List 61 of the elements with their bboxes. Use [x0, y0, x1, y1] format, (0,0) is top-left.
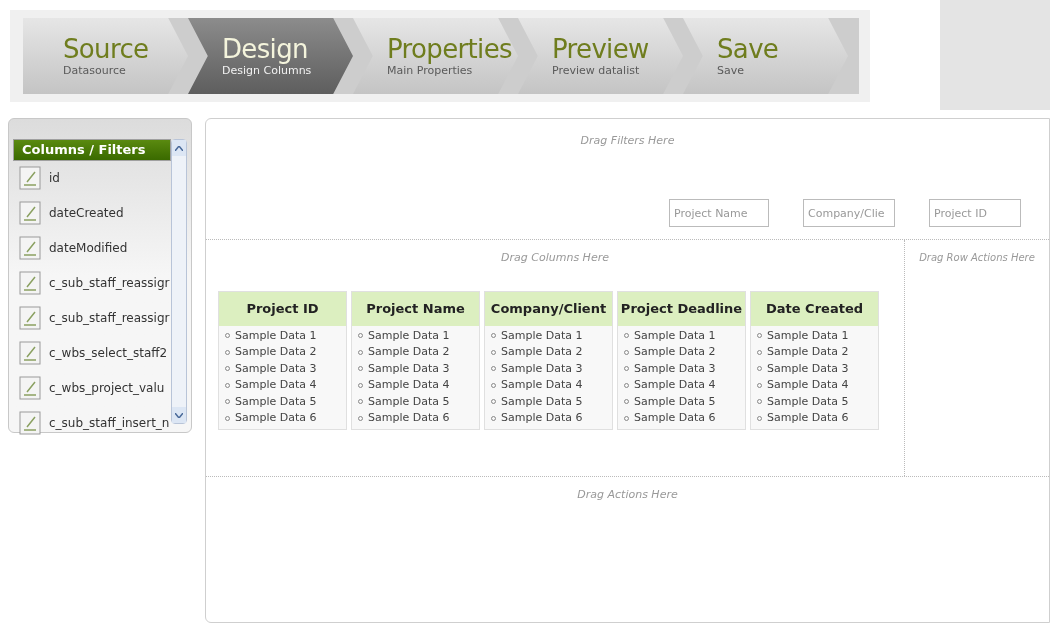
wizard-step[interactable]: Preview Preview datalist [518, 18, 683, 94]
sample-data: Sample Data 2 [767, 344, 849, 360]
wizard-step[interactable]: Source Datasource [23, 18, 188, 94]
sample-data: Sample Data 3 [235, 360, 317, 377]
sample-data: Sample Data 1 [634, 327, 716, 344]
wizard-step[interactable]: Design Design Columns [188, 18, 353, 94]
column-header: Project ID [219, 291, 346, 326]
column-item[interactable]: c_sub_staff_reassigr [49, 274, 170, 292]
column-card[interactable]: Project ID Sample Data 1 Sample Data 2 Sample Data 3 Sample Data 4 Sample Data 5 Sample Data 6 [218, 290, 347, 430]
column-header: Date Created [751, 291, 878, 326]
column-item[interactable]: id [49, 169, 60, 187]
sample-data: Sample Data 3 [634, 360, 716, 377]
column-card[interactable]: Project Deadline Sample Data 1 Sample Data 2 Sample Data 3 Sample Data 4 Sample Data 5 Sample Data 6 [617, 290, 746, 430]
sample-data: Sample Data 5 [235, 393, 317, 410]
column-header: Project Deadline [618, 291, 745, 326]
column-card[interactable]: Date Created Sample Data 1 Sample Data 2 Sample Data 3 Sample Data 4 Sample Data 5 Sample Data 6 [750, 290, 879, 430]
sample-data: Sample Data 1 [368, 327, 450, 344]
column-item[interactable]: c_sub_staff_reassigr [49, 309, 170, 327]
sample-data: Sample Data 2 [501, 344, 583, 360]
column-header: Company/Client [485, 291, 612, 326]
sample-data: Sample Data 1 [235, 327, 317, 344]
sample-data: Sample Data 6 [634, 410, 716, 426]
sample-data: Sample Data 3 [767, 360, 849, 377]
sample-data: Sample Data 5 [634, 393, 716, 410]
sample-data: Sample Data 4 [634, 377, 716, 393]
panel-header: Columns / Filters [13, 139, 171, 161]
sample-data: Sample Data 2 [235, 344, 317, 360]
sample-data: Sample Data 6 [368, 410, 450, 426]
column-item[interactable]: c_wbs_project_valu [49, 379, 165, 397]
sample-data: Sample Data 3 [501, 360, 583, 377]
drop-hint: Drag Columns Here [501, 250, 609, 266]
filter-field[interactable]: Project Name [669, 199, 769, 227]
wizard-step[interactable]: Properties Main Properties [353, 18, 518, 94]
sample-data: Sample Data 1 [501, 327, 583, 344]
sample-data: Sample Data 5 [368, 393, 450, 410]
sample-data: Sample Data 5 [767, 393, 849, 410]
column-header: Project Name [352, 291, 479, 326]
drop-hint: Drag Filters Here [580, 133, 675, 149]
column-card[interactable]: Project Name Sample Data 1 Sample Data 2 Sample Data 3 Sample Data 4 Sample Data 5 Sample Data 6 [351, 290, 480, 430]
sample-data: Sample Data 6 [501, 410, 583, 426]
sample-data: Sample Data 1 [767, 327, 849, 344]
sample-data: Sample Data 4 [235, 377, 317, 393]
drop-hint: Drag Actions Here [577, 487, 678, 503]
sample-data: Sample Data 4 [767, 377, 849, 393]
filter-field[interactable]: Project ID [929, 199, 1021, 227]
column-item[interactable]: c_wbs_select_staff2 [49, 344, 168, 362]
wizard-step[interactable]: Save Save [683, 18, 848, 94]
sample-data: Sample Data 5 [501, 393, 583, 410]
filter-field[interactable]: Company/Clie [803, 199, 895, 227]
sample-data: Sample Data 2 [368, 344, 450, 360]
column-item[interactable]: dateModified [49, 239, 128, 257]
column-item[interactable]: dateCreated [49, 204, 124, 222]
sample-data: Sample Data 4 [501, 377, 583, 393]
sample-data: Sample Data 4 [368, 377, 450, 393]
column-item[interactable]: c_sub_staff_insert_n [49, 414, 170, 432]
drop-hint: Drag Row Actions Here [919, 251, 1035, 265]
column-card[interactable]: Company/Client Sample Data 1 Sample Data 2 Sample Data 3 Sample Data 4 Sample Data 5 Sample Data 6 [484, 290, 613, 430]
sample-data: Sample Data 3 [368, 360, 450, 377]
sample-data: Sample Data 6 [235, 410, 317, 426]
sample-data: Sample Data 6 [767, 410, 849, 426]
sample-data: Sample Data 2 [634, 344, 716, 360]
